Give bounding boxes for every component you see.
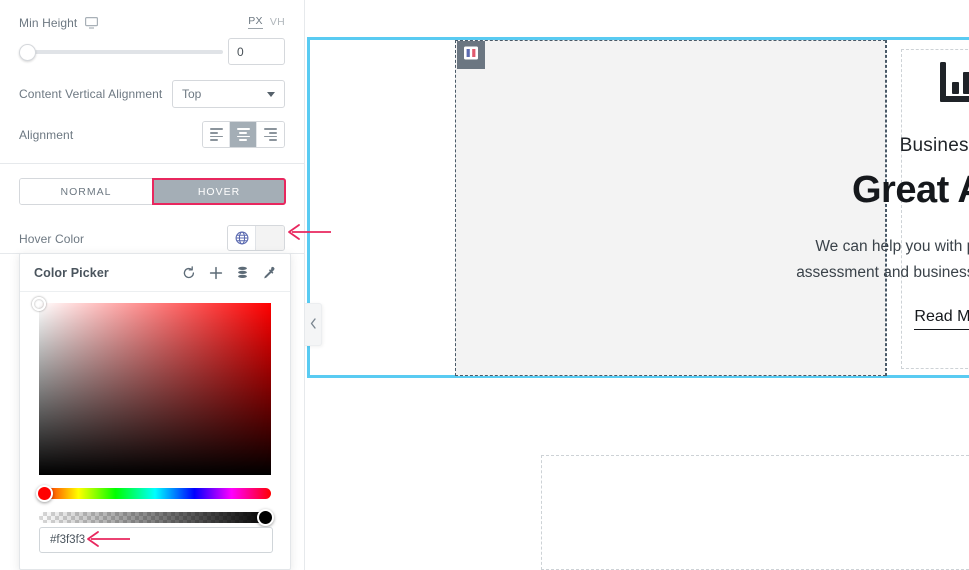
hue-handle[interactable] <box>36 485 53 502</box>
panel-collapse-handle[interactable] <box>305 303 322 346</box>
hue-slider[interactable] <box>36 485 271 502</box>
panel-divider <box>0 163 304 164</box>
content-vertical-alignment-label: Content Vertical Alignment <box>19 87 163 101</box>
card-eyebrow: Business Ideas <box>899 135 969 156</box>
hover-color-controls <box>227 225 285 251</box>
globe-icon[interactable] <box>228 226 256 250</box>
chevron-left-icon <box>310 316 317 334</box>
content-vertical-alignment-select[interactable]: Top <box>172 80 285 108</box>
align-left-button[interactable] <box>203 122 230 147</box>
color-picker-header: Color Picker <box>20 254 290 292</box>
alpha-slider[interactable] <box>39 509 274 526</box>
color-picker-popup: Color Picker <box>19 253 291 570</box>
bottom-widget-placeholder[interactable] <box>541 455 969 570</box>
align-left-icon <box>209 128 223 141</box>
monitor-icon[interactable] <box>85 17 99 29</box>
columns-icon <box>463 45 479 66</box>
app-root: Min Height PX VH Content Vertical Align <box>0 0 969 570</box>
advice-card: Business Ideas Great Advice We can help … <box>760 60 969 331</box>
hex-color-input[interactable] <box>39 527 273 553</box>
state-tab-group: NORMAL HOVER <box>19 178 286 205</box>
editor-canvas: Business Ideas Great Advice We can help … <box>305 0 969 570</box>
min-height-input[interactable] <box>228 38 285 65</box>
card-title: Great Advice <box>851 169 969 211</box>
bar-chart-icon <box>938 60 969 113</box>
eyedropper-icon[interactable] <box>262 266 276 280</box>
content-vertical-alignment-value: Top <box>182 87 202 101</box>
unit-vh[interactable]: VH <box>270 16 285 28</box>
settings-panel: Min Height PX VH Content Vertical Align <box>0 0 305 570</box>
content-vertical-alignment-row: Content Vertical Alignment Top <box>19 80 285 108</box>
align-center-button[interactable] <box>230 122 257 147</box>
slider-track <box>23 50 223 54</box>
min-height-slider-row <box>19 38 285 65</box>
card-body-text: We can help you with problem analysis, r… <box>796 238 969 282</box>
read-more-link[interactable]: Read More <box>914 308 969 331</box>
chevron-down-icon <box>267 91 275 97</box>
unit-px[interactable]: PX <box>248 15 263 29</box>
hue-bar <box>39 488 271 499</box>
align-right-icon <box>264 128 277 141</box>
saturation-value-area[interactable] <box>32 297 271 475</box>
alignment-label: Alignment <box>19 127 74 142</box>
alpha-bar <box>39 512 271 523</box>
reset-icon[interactable] <box>182 265 196 280</box>
saturation-value-cursor[interactable] <box>32 297 46 311</box>
hover-color-swatch[interactable] <box>256 226 284 250</box>
min-height-row: Min Height PX VH <box>19 14 285 32</box>
min-height-slider[interactable] <box>19 39 223 63</box>
align-center-icon <box>236 128 250 141</box>
slider-thumb[interactable] <box>19 44 36 61</box>
min-height-label: Min Height <box>19 16 78 30</box>
hover-color-row: Hover Color <box>19 225 285 253</box>
color-picker-tools <box>182 265 276 280</box>
swatches-icon[interactable] <box>236 266 249 280</box>
align-right-button[interactable] <box>257 122 284 147</box>
hover-color-label: Hover Color <box>19 232 85 246</box>
unit-toggle-group: PX VH <box>248 15 285 29</box>
tab-normal[interactable]: NORMAL <box>20 179 153 204</box>
read-more-label: Read More <box>914 308 969 331</box>
add-icon[interactable] <box>209 266 223 280</box>
color-picker-title: Color Picker <box>34 265 109 280</box>
alignment-row: Alignment <box>19 121 285 148</box>
alignment-button-group <box>202 121 285 148</box>
column-edit-handle[interactable] <box>457 41 485 69</box>
tab-hover[interactable]: HOVER <box>152 178 286 205</box>
alpha-handle[interactable] <box>257 509 274 526</box>
